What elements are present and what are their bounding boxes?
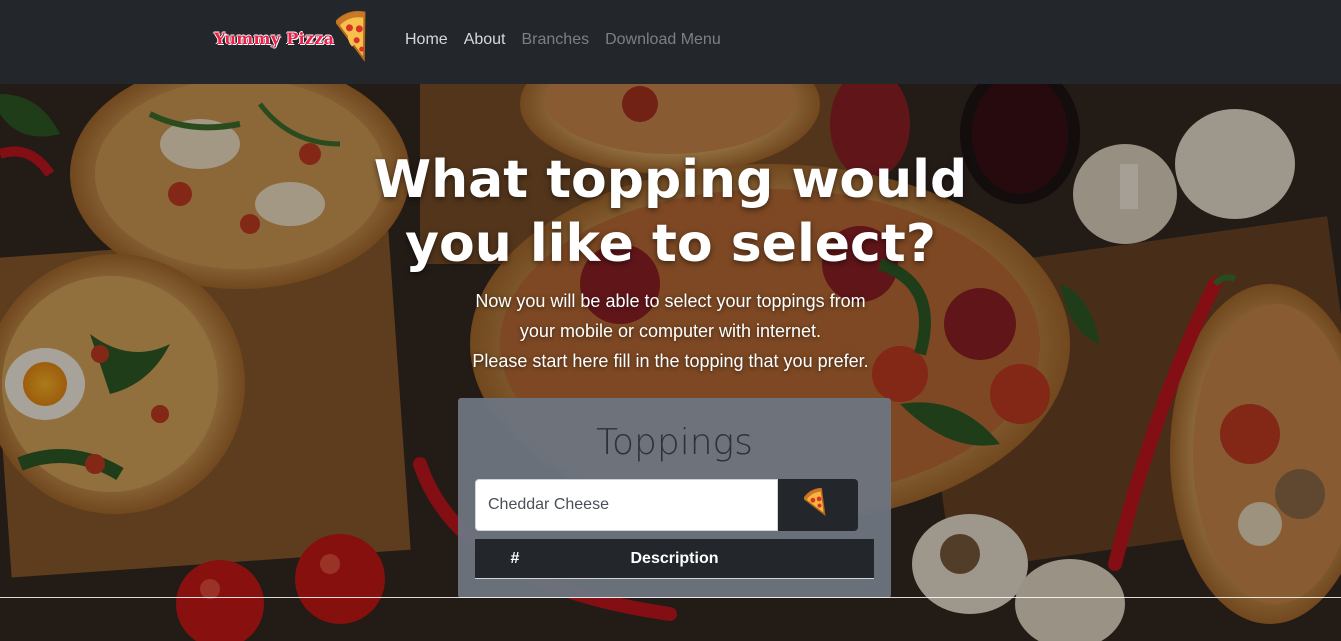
hero-title-line-1: What topping would — [373, 150, 968, 210]
toppings-title: Toppings — [596, 422, 753, 463]
nav-link-download-menu[interactable]: Download Menu — [605, 31, 721, 49]
add-topping-button[interactable] — [778, 479, 858, 531]
nav-links: Home About Branches Download Menu — [405, 31, 737, 49]
brand-logo[interactable]: Yummy Pizza — [214, 10, 384, 70]
toppings-table-header: # Description — [475, 539, 874, 579]
nav-link-branches[interactable]: Branches — [522, 31, 590, 49]
hero-title-line-2: you like to select? — [405, 214, 936, 274]
topping-input-group: Cheddar Cheese — [475, 479, 858, 531]
hero-subtitle-line-3: Please start here fill in the topping th… — [472, 351, 869, 371]
hero-subtitle: Now you will be able to select your topp… — [0, 286, 1341, 376]
toppings-card: Toppings Cheddar Cheese # Description — [458, 398, 891, 598]
table-header-number: # — [510, 549, 520, 567]
hero-subtitle-line-1: Now you will be able to select your topp… — [475, 291, 866, 311]
navbar: Yummy Pizza Home About Branches Download… — [0, 0, 1341, 84]
brand-name: Yummy Pizza — [214, 28, 335, 48]
pizza-slice-icon — [334, 10, 378, 70]
hero-title: What topping would you like to select? — [0, 148, 1341, 276]
table-header-description: Description — [630, 549, 719, 567]
nav-link-about[interactable]: About — [464, 31, 506, 49]
pizza-slice-icon — [802, 487, 832, 522]
topping-input[interactable]: Cheddar Cheese — [475, 479, 778, 531]
nav-link-home[interactable]: Home — [405, 31, 448, 49]
hero-section: What topping would you like to select? N… — [0, 84, 1341, 641]
hero-subtitle-line-2: your mobile or computer with internet. — [519, 321, 822, 341]
divider-line — [0, 597, 1341, 598]
